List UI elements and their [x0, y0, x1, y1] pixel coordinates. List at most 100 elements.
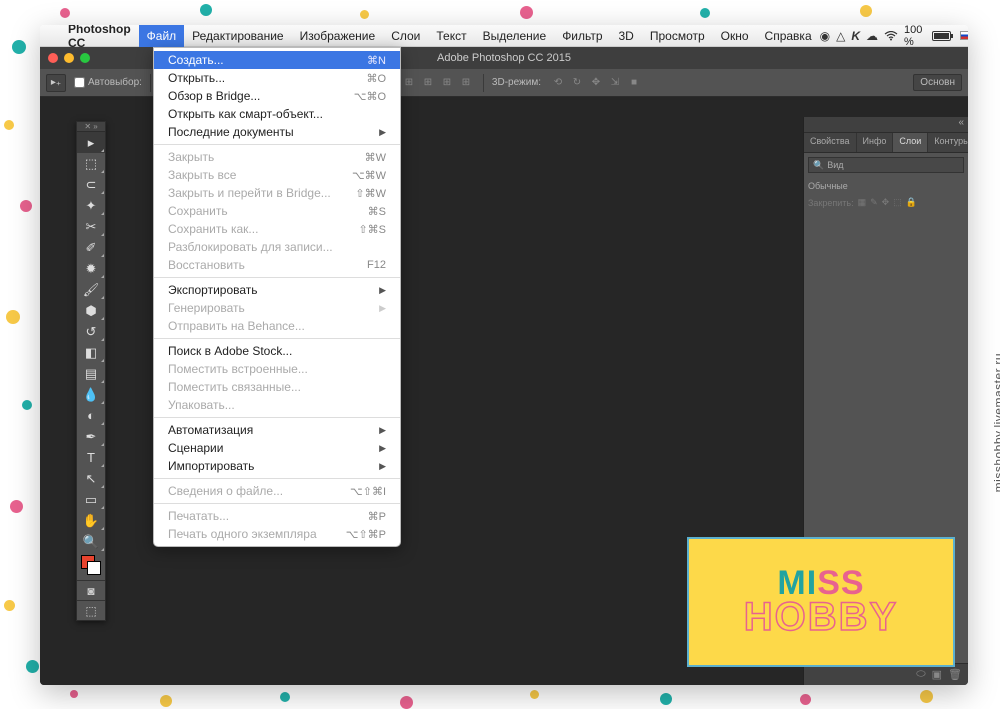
wifi-icon[interactable] — [884, 31, 898, 41]
menubar-item-текст[interactable]: Текст — [428, 25, 474, 47]
battery-icon[interactable] — [932, 31, 954, 41]
background-color[interactable] — [87, 561, 101, 575]
path-select-tool[interactable]: ↖ — [77, 468, 105, 489]
toolbox: ✕ » ▸⬚⊂✦✂✐✹🖌⬢↺◧▤💧◐✒T↖▭✋🔍 ◙ ⬚ — [76, 121, 106, 621]
toolbox-grip[interactable]: ✕ » — [77, 122, 105, 132]
menubar-item-справка[interactable]: Справка — [757, 25, 820, 47]
workspace-switcher[interactable]: Основн — [913, 74, 962, 91]
file-menu-item: Сохранить⌘S — [154, 202, 400, 220]
lock-move-icon[interactable]: ✥ — [882, 197, 890, 208]
color-swatches[interactable] — [77, 552, 105, 580]
maximize-window-button[interactable] — [80, 53, 90, 63]
file-menu-item[interactable]: Создать...⌘N — [154, 51, 400, 69]
file-menu-item: Отправить на Behance... — [154, 317, 400, 335]
file-menu-item: Закрыть все⌥⌘W — [154, 166, 400, 184]
wand-tool[interactable]: ✦ — [77, 195, 105, 216]
menubar-item-выделение[interactable]: Выделение — [475, 25, 555, 47]
menubar-item-фильтр[interactable]: Фильтр — [554, 25, 610, 47]
gradient-tool[interactable]: ▤ — [77, 363, 105, 384]
file-menu-item: ВосстановитьF12 — [154, 256, 400, 274]
brush-heal-tool[interactable]: ✹ — [77, 258, 105, 279]
watermark-line2: HOBBY — [744, 595, 898, 640]
lock-all-icon[interactable]: 🔒 — [906, 197, 917, 208]
panel-tab-Инфо[interactable]: Инфо — [857, 133, 894, 152]
zoom-tool[interactable]: 🔍 — [77, 531, 105, 552]
file-menu-item[interactable]: Автоматизация▶ — [154, 421, 400, 439]
trash-icon[interactable]: 🗑 — [948, 668, 962, 681]
3d-icon[interactable]: ✥ — [587, 75, 605, 91]
menubar-item-3d[interactable]: 3D — [611, 25, 642, 47]
k-icon[interactable]: K — [851, 29, 860, 43]
history-brush-tool[interactable]: ↺ — [77, 321, 105, 342]
lock-artboard-icon[interactable]: ⬚ — [893, 197, 902, 208]
move-tool[interactable]: ▸ — [77, 132, 105, 153]
link-layers-icon[interactable]: ⬭ — [916, 668, 925, 681]
marquee-tool[interactable]: ⬚ — [77, 153, 105, 174]
distribute-icon[interactable]: ⊞ — [400, 75, 418, 91]
panel-tab-Контуры[interactable]: Контуры — [928, 133, 968, 152]
hand-tool[interactable]: ✋ — [77, 510, 105, 531]
eraser-tool[interactable]: ◧ — [77, 342, 105, 363]
new-layer-icon[interactable]: ▣ — [932, 668, 942, 681]
panel-tab-Свойства[interactable]: Свойства — [804, 133, 857, 152]
dodge-tool[interactable]: ◐ — [77, 405, 105, 426]
brush-tool[interactable]: 🖌 — [77, 279, 105, 300]
distribute-icon[interactable]: ⊞ — [457, 75, 475, 91]
menu-separator — [154, 277, 400, 278]
system-tray: ◉ △ K ☁ 100 % — [820, 25, 968, 48]
rectangle-tool[interactable]: ▭ — [77, 489, 105, 510]
panel-collapse-icon[interactable]: « — [804, 117, 968, 133]
drive-icon[interactable]: △ — [836, 29, 845, 43]
menubar-item-окно[interactable]: Окно — [713, 25, 757, 47]
lock-brush-icon[interactable]: ✎ — [870, 197, 878, 208]
lock-label: Закрепить: — [808, 198, 854, 208]
menubar-item-просмотр[interactable]: Просмотр — [642, 25, 713, 47]
file-menu-item[interactable]: Сценарии▶ — [154, 439, 400, 457]
lasso-tool[interactable]: ⊂ — [77, 174, 105, 195]
quickmask-icon[interactable]: ◙ — [77, 580, 105, 600]
tool-preset-icon[interactable]: ▸₊ — [46, 74, 66, 92]
file-menu-item[interactable]: Импортировать▶ — [154, 457, 400, 475]
battery-percent: 100 % — [904, 25, 926, 48]
app-name[interactable]: Photoshop CC — [60, 25, 139, 50]
submenu-arrow-icon: ▶ — [379, 127, 386, 138]
watermark-url: misshobby.livemaster.ru — [991, 353, 1000, 492]
cc-icon[interactable]: ◉ — [820, 29, 830, 43]
blur-tool[interactable]: 💧 — [77, 384, 105, 405]
file-menu-item[interactable]: Обзор в Bridge...⌥⌘O — [154, 87, 400, 105]
close-window-button[interactable] — [48, 53, 58, 63]
minimize-window-button[interactable] — [64, 53, 74, 63]
screenmode-icon[interactable]: ⬚ — [77, 600, 105, 620]
panel-tab-Слои[interactable]: Слои — [893, 133, 928, 152]
file-menu-item: Поместить связанные... — [154, 378, 400, 396]
layer-filter-search[interactable]: 🔍 Вид — [808, 157, 964, 173]
file-menu-item[interactable]: Поиск в Adobe Stock... — [154, 342, 400, 360]
menubar-item-файл[interactable]: Файл — [139, 25, 185, 47]
distribute-icon[interactable]: ⊞ — [438, 75, 456, 91]
pen-tool[interactable]: ✒ — [77, 426, 105, 447]
3d-icon[interactable]: ↻ — [568, 75, 586, 91]
menubar-item-редактирование[interactable]: Редактирование — [184, 25, 291, 47]
distribute-icon[interactable]: ⊞ — [419, 75, 437, 91]
menubar-item-изображение[interactable]: Изображение — [292, 25, 384, 47]
cloud-icon[interactable]: ☁ — [866, 29, 878, 43]
blend-mode-dropdown[interactable]: Обычные — [808, 181, 848, 191]
stamp-tool[interactable]: ⬢ — [77, 300, 105, 321]
lock-pixels-icon[interactable]: ▦ — [858, 197, 867, 208]
crop-tool[interactable]: ✂ — [77, 216, 105, 237]
file-menu-dropdown: Создать...⌘NОткрыть...⌘OОбзор в Bridge..… — [153, 47, 401, 547]
file-menu-item[interactable]: Открыть...⌘O — [154, 69, 400, 87]
input-flag-icon[interactable] — [960, 31, 968, 40]
type-tool[interactable]: T — [77, 447, 105, 468]
panel-tabs: СвойстваИнфоСлоиКонтуры — [804, 133, 968, 153]
3d-icon[interactable]: ⇲ — [606, 75, 624, 91]
eyedropper-tool[interactable]: ✐ — [77, 237, 105, 258]
file-menu-item[interactable]: Открыть как смарт-объект... — [154, 105, 400, 123]
file-menu-item[interactable]: Последние документы▶ — [154, 123, 400, 141]
file-menu-item[interactable]: Экспортировать▶ — [154, 281, 400, 299]
autoselect-checkbox[interactable]: Автовыбор: — [74, 77, 142, 88]
3d-icon[interactable]: ⟲ — [549, 75, 567, 91]
3d-icon[interactable]: ■ — [625, 75, 643, 91]
menubar-item-слои[interactable]: Слои — [383, 25, 428, 47]
mac-menubar: Photoshop CC ФайлРедактированиеИзображен… — [40, 25, 968, 47]
